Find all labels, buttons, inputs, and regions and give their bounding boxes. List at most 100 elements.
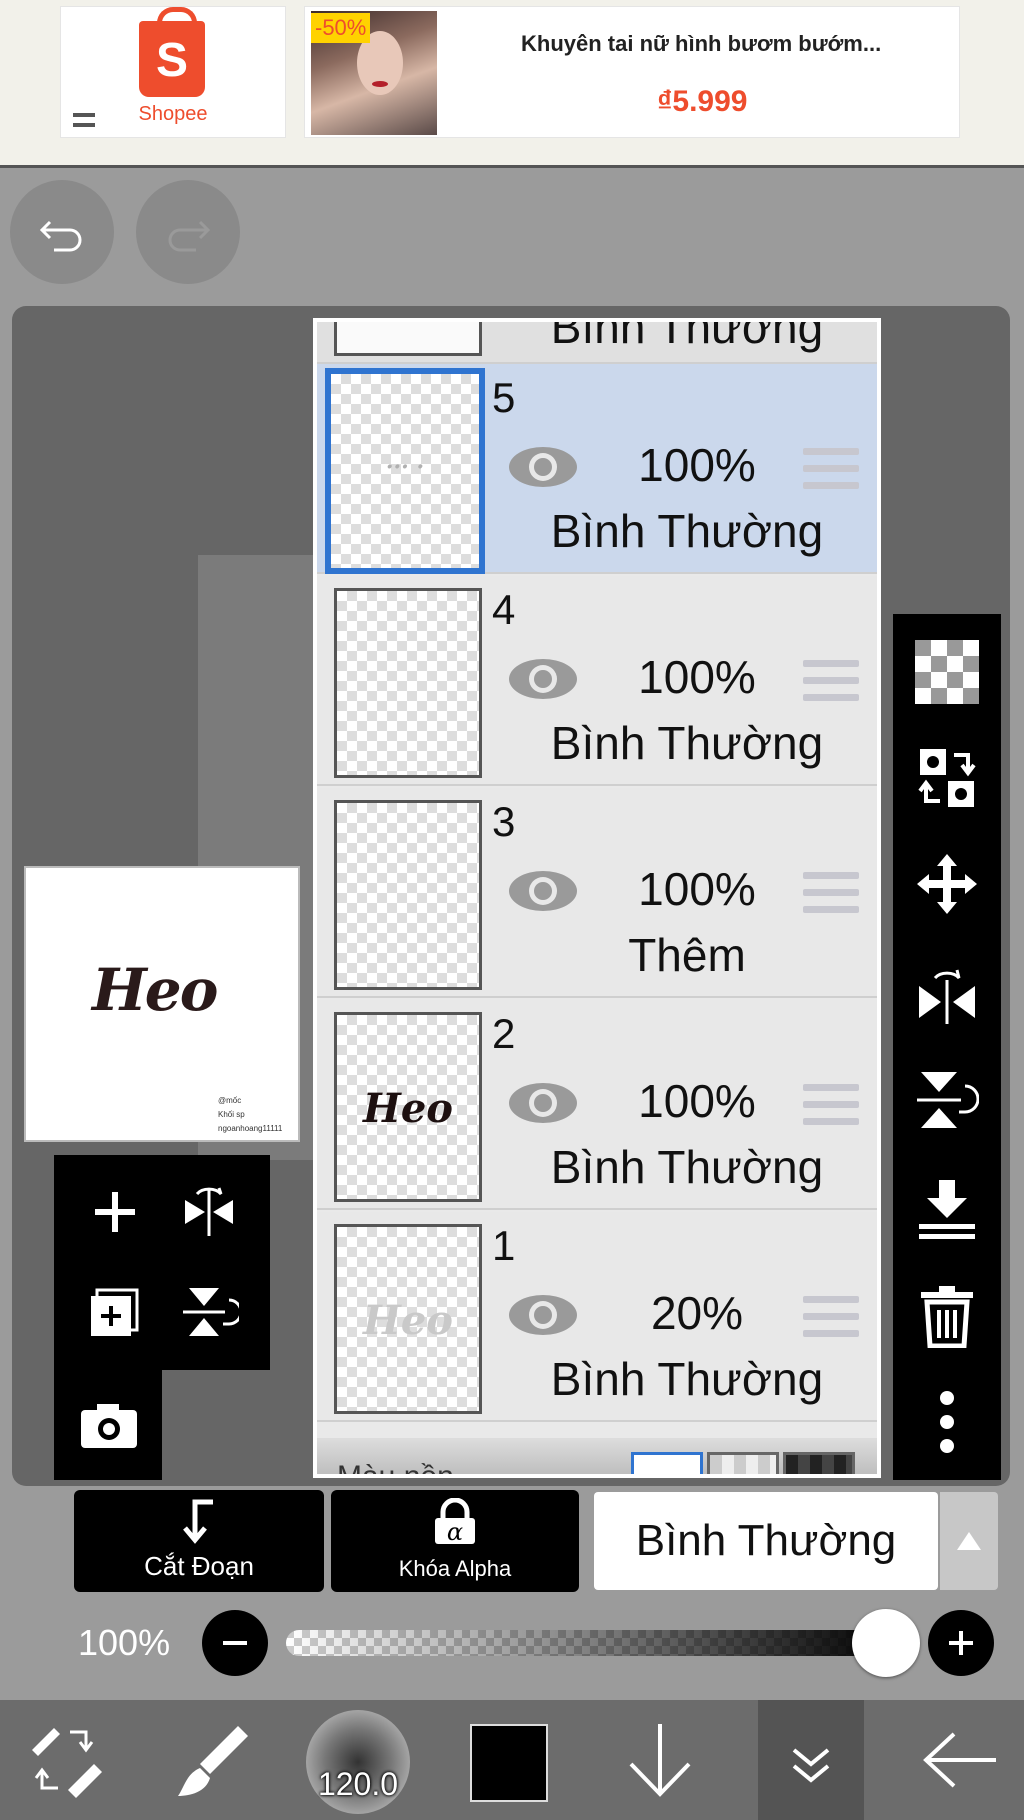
layer-panel[interactable]: Bình Thường ··· · 5 100% Bình Thường 4 1… — [313, 318, 881, 1478]
drag-handle-icon[interactable] — [803, 1296, 859, 1347]
ad-menu-icon[interactable] — [73, 113, 95, 127]
clip-arrow-icon — [183, 1499, 213, 1544]
lock-icon: α — [435, 1498, 475, 1546]
brush-icon — [178, 1726, 248, 1796]
flip-horizontal-icon — [185, 1187, 233, 1236]
shopee-logo[interactable]: S Shopee — [60, 6, 286, 138]
move-button[interactable] — [907, 844, 987, 924]
eye-icon[interactable] — [505, 1290, 581, 1340]
plus-icon — [949, 1631, 973, 1655]
layer-thumbnail[interactable]: Heo — [334, 1012, 482, 1202]
layer-thumbnail[interactable] — [334, 588, 482, 778]
preview-artwork-text: Heo — [92, 956, 218, 1024]
swap-icon — [918, 749, 976, 807]
bg-white-swatch[interactable] — [631, 1452, 703, 1474]
transparency-button[interactable] — [907, 632, 987, 712]
eye-icon[interactable] — [505, 442, 581, 492]
move-icon — [917, 854, 977, 914]
layers-tab-button[interactable] — [758, 1700, 864, 1820]
flip-layer-horizontal-button[interactable] — [907, 954, 987, 1034]
preview-credit: @mốc Khối sp ngoanhoang11111 — [218, 1096, 283, 1133]
ad-banner[interactable]: S Shopee -50% Khuyên tai nữ hình bươm bư… — [0, 0, 1024, 168]
opacity-slider-knob[interactable] — [852, 1609, 920, 1677]
blend-mode-select[interactable]: Bình Thường — [594, 1492, 938, 1590]
camera-icon — [81, 1404, 137, 1448]
more-options-button[interactable] — [907, 1382, 987, 1462]
layer-down-button[interactable] — [610, 1700, 710, 1820]
layer-number: 5 — [492, 374, 516, 421]
layer-blend-mode: Bình Thường — [550, 1353, 824, 1405]
discount-badge: -50% — [311, 13, 371, 43]
layer-thumbnail[interactable]: ··· · — [325, 368, 485, 574]
canvas-preview[interactable]: Heo @mốc Khối sp ngoanhoang11111 — [24, 866, 300, 1142]
clipping-button[interactable]: Cắt Đoạn — [74, 1490, 324, 1592]
layer-opacity: 100% — [638, 1075, 756, 1127]
bg-dark-swatch[interactable] — [783, 1452, 855, 1474]
layer-row[interactable]: 4 100% Bình Thường — [317, 576, 877, 786]
merge-down-button[interactable] — [907, 1170, 987, 1250]
arrow-left-icon — [923, 1732, 996, 1788]
flip-layer-vertical-button[interactable] — [907, 1060, 987, 1140]
camera-button[interactable] — [64, 1380, 154, 1470]
layer-row[interactable]: 3 100% Thêm — [317, 788, 877, 998]
background-color-row[interactable]: Màu nền — [317, 1438, 877, 1474]
alpha-lock-button[interactable]: α Khóa Alpha — [331, 1490, 579, 1592]
bottom-toolbar: 120.0 — [0, 1700, 1024, 1820]
layer-row[interactable]: ··· · 5 100% Bình Thường — [317, 364, 877, 574]
duplicate-icon — [91, 1288, 139, 1336]
opacity-increase-button[interactable] — [928, 1610, 994, 1676]
layer-tools-palette-ext — [54, 1370, 162, 1480]
arrow-down-icon — [629, 1724, 691, 1797]
product-title: Khuyên tai nữ hình bươm bướm... — [521, 31, 882, 56]
drag-handle-icon[interactable] — [803, 872, 859, 923]
layer-opacity: 20% — [650, 1287, 744, 1339]
flip-horizontal-button[interactable] — [164, 1167, 254, 1257]
more-vertical-icon — [940, 1391, 954, 1453]
layer-side-toolbar — [893, 614, 1001, 1480]
delete-layer-button[interactable] — [907, 1276, 987, 1356]
svg-text:α: α — [447, 1518, 463, 1546]
brush-size-button[interactable]: 120.0 — [306, 1710, 410, 1814]
layer-opacity: 100% — [638, 439, 756, 491]
product-image: -50% — [311, 11, 437, 135]
opacity-slider-track[interactable] — [286, 1630, 896, 1656]
checkerboard-icon — [915, 640, 979, 704]
layer-row-partial[interactable]: Bình Thường — [317, 322, 877, 364]
opacity-decrease-button[interactable] — [202, 1610, 268, 1676]
flip-vertical-button[interactable] — [164, 1267, 254, 1357]
layer-number: 2 — [492, 1010, 516, 1057]
drag-handle-icon[interactable] — [803, 1084, 859, 1135]
bg-checker-swatch[interactable] — [707, 1452, 779, 1474]
undo-button[interactable] — [10, 180, 114, 284]
brush-tool-button[interactable] — [160, 1700, 260, 1820]
add-layer-button[interactable] — [70, 1167, 160, 1257]
drag-handle-icon[interactable] — [803, 660, 859, 711]
layer-number: 1 — [492, 1222, 516, 1269]
layer-blend-mode: Thêm — [628, 929, 746, 981]
redo-button[interactable] — [136, 180, 240, 284]
redo-icon — [168, 220, 211, 252]
back-button[interactable] — [910, 1700, 1010, 1820]
layer-thumbnail[interactable] — [334, 800, 482, 990]
layer-thumbnail[interactable]: Heo — [334, 1224, 482, 1414]
layer-blend-mode: Bình Thường — [550, 1141, 824, 1193]
flip-vertical-icon — [183, 1288, 239, 1336]
layer-row[interactable]: Heo 1 20% Bình Thường — [317, 1212, 877, 1422]
alpha-lock-label: Khóa Alpha — [398, 1556, 512, 1581]
plus-icon — [95, 1192, 135, 1232]
undo-icon — [39, 220, 82, 252]
tool-switch-button[interactable] — [14, 1700, 114, 1820]
layer-blend-mode: Bình Thường — [550, 505, 824, 557]
ad-product-card[interactable]: -50% Khuyên tai nữ hình bươm bướm... ₫5.… — [304, 6, 960, 138]
swap-layer-button[interactable] — [907, 738, 987, 818]
color-swatch[interactable] — [470, 1724, 548, 1802]
opacity-value-label: 100% — [78, 1622, 171, 1663]
drag-handle-icon[interactable] — [803, 448, 859, 499]
brush-eraser-swap-icon — [32, 1728, 102, 1798]
blend-mode-dropdown-arrow-icon[interactable] — [940, 1492, 998, 1590]
eye-icon[interactable] — [505, 654, 581, 704]
add-copy-layer-button[interactable] — [70, 1267, 160, 1357]
eye-icon[interactable] — [505, 1078, 581, 1128]
eye-icon[interactable] — [505, 866, 581, 916]
layer-row[interactable]: Heo 2 100% Bình Thường — [317, 1000, 877, 1210]
